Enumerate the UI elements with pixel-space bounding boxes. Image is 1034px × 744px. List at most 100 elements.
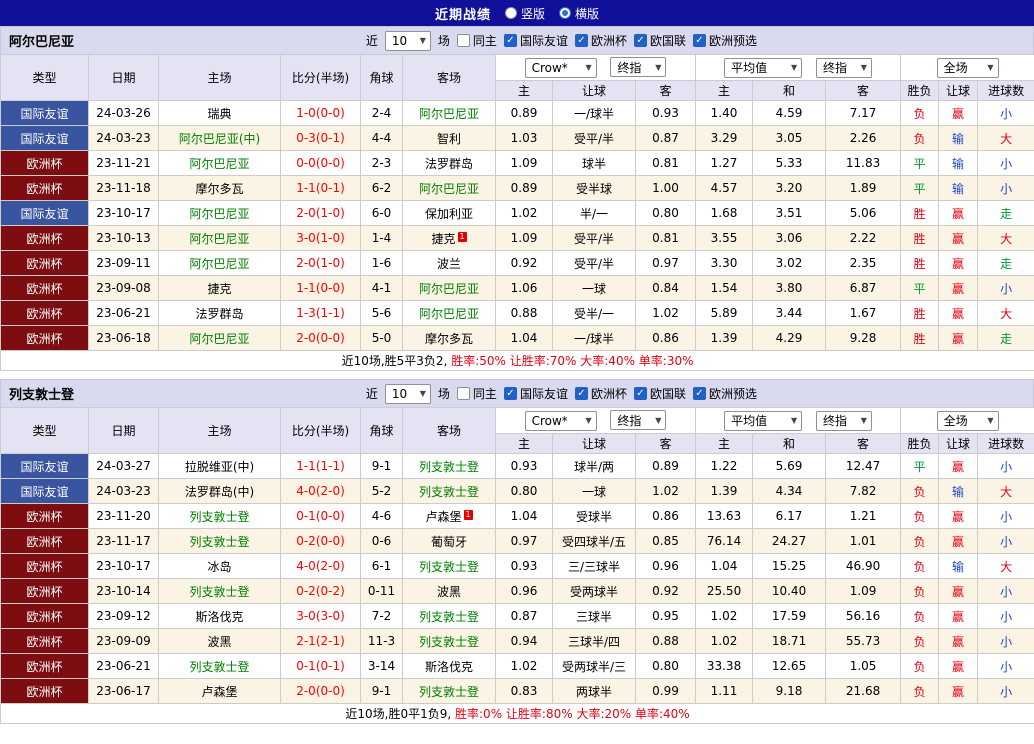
home-team[interactable]: 冰岛 <box>159 554 281 579</box>
away-team[interactable]: 列支敦士登 <box>403 454 496 479</box>
competition-checkbox[interactable]: ✓欧洲杯 <box>575 32 627 49</box>
away-team[interactable]: 保加利亚 <box>403 201 496 226</box>
result-handicap: 赢 <box>939 251 978 276</box>
result-handicap: 输 <box>939 176 978 201</box>
col-ah-home: 主 <box>496 434 553 454</box>
home-team[interactable]: 阿尔巴尼亚 <box>159 151 281 176</box>
home-team[interactable]: 瑞典 <box>159 101 281 126</box>
away-team[interactable]: 波黑 <box>403 579 496 604</box>
bookmaker-select[interactable]: Crow* ▼ <box>525 411 597 431</box>
away-team[interactable]: 智利 <box>403 126 496 151</box>
home-team[interactable]: 列支敦士登 <box>159 579 281 604</box>
handicap-line: 一球 <box>553 276 636 301</box>
result-win-draw-loss: 负 <box>901 126 939 151</box>
same-host-checkbox[interactable]: 同主 <box>457 32 497 49</box>
home-team[interactable]: 捷克 <box>159 276 281 301</box>
home-team[interactable]: 法罗群岛(中) <box>159 479 281 504</box>
scope-select[interactable]: 全场 ▼ <box>937 411 999 431</box>
home-team[interactable]: 阿尔巴尼亚 <box>159 201 281 226</box>
away-team[interactable]: 阿尔巴尼亚 <box>403 101 496 126</box>
scope-select[interactable]: 全场 ▼ <box>937 58 999 78</box>
result-win-draw-loss: 负 <box>901 554 939 579</box>
home-team[interactable]: 拉脱维亚(中) <box>159 454 281 479</box>
col-away: 客场 <box>403 55 496 101</box>
match-score: 0-1(0-0) <box>281 504 361 529</box>
away-team[interactable]: 列支敦士登 <box>403 554 496 579</box>
away-team[interactable]: 葡萄牙 <box>403 529 496 554</box>
euro-odds-type-select[interactable]: 终指 ▼ <box>816 411 872 431</box>
match-date: 23-11-18 <box>89 176 159 201</box>
competition-checkbox[interactable]: ✓欧国联 <box>634 385 686 402</box>
away-team[interactable]: 捷克1 <box>403 226 496 251</box>
away-team[interactable]: 列支敦士登 <box>403 604 496 629</box>
home-team[interactable]: 列支敦士登 <box>159 529 281 554</box>
team-name-text: 卢森堡 <box>201 685 237 699</box>
away-team[interactable]: 阿尔巴尼亚 <box>403 176 496 201</box>
competition-checkbox[interactable]: ✓欧洲杯 <box>575 385 627 402</box>
home-team[interactable]: 卢森堡 <box>159 679 281 704</box>
checkbox-checked-icon: ✓ <box>575 387 588 400</box>
match-date: 24-03-23 <box>89 126 159 151</box>
match-date: 23-06-21 <box>89 654 159 679</box>
away-team[interactable]: 法罗群岛 <box>403 151 496 176</box>
average-select[interactable]: 平均值 ▼ <box>724 58 802 78</box>
layout-horizontal-radio[interactable]: 横版 <box>559 5 599 22</box>
result-handicap: 输 <box>939 554 978 579</box>
result-handicap: 赢 <box>939 201 978 226</box>
away-team[interactable]: 波兰 <box>403 251 496 276</box>
home-team[interactable]: 波黑 <box>159 629 281 654</box>
home-team[interactable]: 阿尔巴尼亚 <box>159 326 281 351</box>
match-count-select[interactable]: 10 ▼ <box>385 31 431 51</box>
average-select[interactable]: 平均值 ▼ <box>724 411 802 431</box>
home-team[interactable]: 阿尔巴尼亚 <box>159 251 281 276</box>
home-team[interactable]: 阿尔巴尼亚(中) <box>159 126 281 151</box>
handicap-odds-type-select[interactable]: 终指 ▼ <box>610 410 666 430</box>
competition-checkbox[interactable]: ✓欧洲预选 <box>693 32 757 49</box>
team-name-text: 冰岛 <box>207 560 231 574</box>
away-team[interactable]: 卢森堡1 <box>403 504 496 529</box>
competition-checkbox[interactable]: ✓欧洲预选 <box>693 385 757 402</box>
handicap-odds-home: 1.02 <box>496 654 553 679</box>
competition-type-badge: 国际友谊 <box>1 454 89 479</box>
team-name-text: 捷克 <box>431 232 455 246</box>
same-host-checkbox[interactable]: 同主 <box>457 385 497 402</box>
home-team[interactable]: 阿尔巴尼亚 <box>159 226 281 251</box>
home-team[interactable]: 斯洛伐克 <box>159 604 281 629</box>
average-select-value: 平均值 <box>731 59 767 76</box>
result-goals: 小 <box>978 579 1034 604</box>
match-count-value: 10 <box>392 387 407 401</box>
match-count-select[interactable]: 10 ▼ <box>385 384 431 404</box>
handicap-odds-away: 0.93 <box>636 101 696 126</box>
away-team[interactable]: 摩尔多瓦 <box>403 326 496 351</box>
away-team[interactable]: 阿尔巴尼亚 <box>403 276 496 301</box>
competition-checkbox[interactable]: ✓欧国联 <box>634 32 686 49</box>
handicap-odds-type-select[interactable]: 终指 ▼ <box>610 57 666 77</box>
match-score: 2-0(1-0) <box>281 251 361 276</box>
match-score: 2-0(0-0) <box>281 326 361 351</box>
home-team[interactable]: 列支敦士登 <box>159 504 281 529</box>
result-handicap: 赢 <box>939 529 978 554</box>
away-team[interactable]: 阿尔巴尼亚 <box>403 301 496 326</box>
result-goals: 走 <box>978 201 1034 226</box>
home-team[interactable]: 摩尔多瓦 <box>159 176 281 201</box>
home-team[interactable]: 法罗群岛 <box>159 301 281 326</box>
euro-odds-type-select[interactable]: 终指 ▼ <box>816 58 872 78</box>
away-team[interactable]: 列支敦士登 <box>403 679 496 704</box>
scope-select-value: 全场 <box>944 412 968 429</box>
away-team[interactable]: 列支敦士登 <box>403 479 496 504</box>
handicap-odds-type-value: 终指 <box>617 412 641 429</box>
away-team[interactable]: 斯洛伐克 <box>403 654 496 679</box>
avg-odds-draw: 9.18 <box>753 679 826 704</box>
layout-vertical-radio[interactable]: 竖版 <box>505 5 545 22</box>
handicap-line: 半/一 <box>553 201 636 226</box>
match-row: 欧洲杯23-06-21列支敦士登0-1(0-1)3-14斯洛伐克1.02受两球半… <box>1 654 1034 679</box>
away-team[interactable]: 列支敦士登 <box>403 629 496 654</box>
match-rows: 国际友谊24-03-27拉脱维亚(中)1-1(1-1)9-1列支敦士登0.93球… <box>1 454 1034 704</box>
avg-odds-draw: 18.71 <box>753 629 826 654</box>
home-team[interactable]: 列支敦士登 <box>159 654 281 679</box>
bookmaker-select[interactable]: Crow* ▼ <box>525 58 597 78</box>
competition-checkbox[interactable]: ✓国际友谊 <box>504 385 568 402</box>
team-name-text: 拉脱维亚(中) <box>185 460 254 474</box>
team-name: 列支敦士登 <box>9 384 74 403</box>
competition-checkbox[interactable]: ✓国际友谊 <box>504 32 568 49</box>
